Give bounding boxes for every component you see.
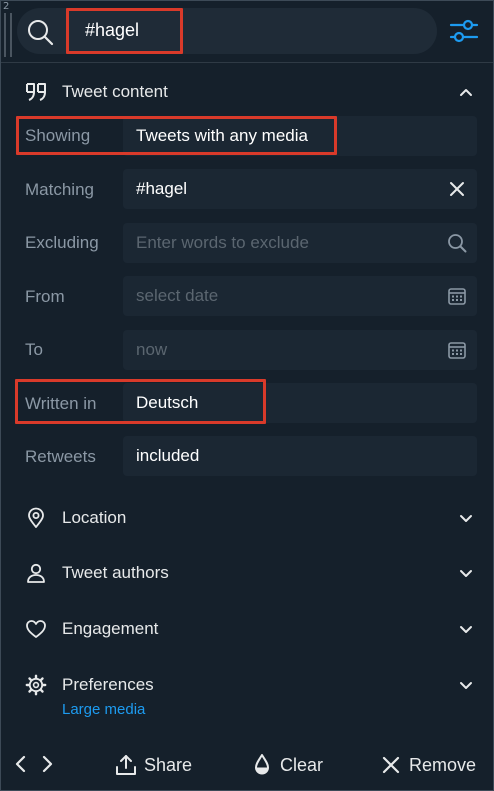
- excluding-field[interactable]: Enter words to exclude: [123, 223, 477, 263]
- heart-icon: [26, 620, 46, 638]
- retweets-select[interactable]: included: [123, 436, 477, 476]
- clear-button[interactable]: Clear: [250, 753, 326, 777]
- chevron-down-icon[interactable]: [459, 511, 473, 525]
- quote-icon: [26, 83, 46, 101]
- search-icon[interactable]: [447, 233, 467, 253]
- matching-value: #hagel: [136, 179, 188, 198]
- search-bar[interactable]: [17, 8, 437, 54]
- column-header: 2 #hagel: [1, 1, 493, 63]
- calendar-icon[interactable]: [447, 340, 467, 360]
- tweet-authors-section-header[interactable]: Tweet authors: [1, 553, 493, 593]
- search-icon: [28, 20, 54, 46]
- showing-label: Showing: [25, 126, 91, 145]
- showing-select[interactable]: Tweets with any media: [123, 116, 477, 156]
- remove-button[interactable]: Remove: [379, 753, 479, 777]
- preferences-large-media[interactable]: Large media: [62, 701, 145, 718]
- tweet-authors-title: Tweet authors: [62, 563, 169, 582]
- chevron-down-icon[interactable]: [459, 678, 473, 692]
- chevron-right-icon[interactable]: [39, 754, 55, 774]
- chevron-down-icon[interactable]: [459, 566, 473, 580]
- calendar-icon[interactable]: [447, 286, 467, 306]
- preferences-title: Preferences: [62, 675, 154, 694]
- written-in-label: Written in: [25, 394, 97, 413]
- chevron-left-icon[interactable]: [13, 754, 29, 774]
- language-value: Deutsch: [136, 393, 199, 412]
- column-footer: Share Clear Remove: [1, 739, 493, 791]
- gear-icon: [25, 674, 47, 696]
- language-select[interactable]: Deutsch: [123, 383, 477, 423]
- tweet-content-header[interactable]: Tweet content: [1, 72, 493, 112]
- chevron-up-icon[interactable]: [459, 85, 473, 99]
- excluding-label: Excluding: [25, 233, 99, 252]
- to-label: To: [25, 340, 43, 359]
- from-label: From: [25, 287, 65, 306]
- column-index: 2: [3, 1, 10, 12]
- location-pin-icon: [28, 507, 44, 528]
- excluding-placeholder: Enter words to exclude: [136, 233, 309, 252]
- close-icon: [382, 756, 400, 774]
- location-title: Location: [62, 508, 127, 527]
- showing-value: Tweets with any media: [136, 126, 308, 145]
- matching-field[interactable]: #hagel: [123, 169, 477, 209]
- share-button[interactable]: Share: [114, 753, 194, 777]
- remove-label: Remove: [409, 755, 477, 775]
- filter-settings-icon[interactable]: [447, 14, 481, 48]
- retweets-value: included: [136, 446, 200, 465]
- drag-handle[interactable]: [4, 13, 12, 57]
- to-date-field[interactable]: now: [123, 330, 477, 370]
- preferences-section-header[interactable]: Preferences: [1, 665, 493, 705]
- chevron-down-icon[interactable]: [459, 622, 473, 636]
- column-panel: 2 #hagel Tweet content Showing Tweets wi…: [0, 0, 494, 791]
- from-date-field[interactable]: select date: [123, 276, 477, 316]
- clear-label: Clear: [280, 755, 324, 775]
- engagement-title: Engagement: [62, 619, 159, 638]
- to-placeholder: now: [136, 340, 168, 359]
- close-icon[interactable]: [447, 179, 467, 199]
- location-section-header[interactable]: Location: [1, 498, 493, 538]
- share-label: Share: [144, 755, 193, 775]
- drop-icon: [255, 754, 269, 775]
- share-icon: [116, 755, 136, 775]
- from-placeholder: select date: [136, 286, 219, 305]
- tweet-content-title: Tweet content: [62, 82, 168, 101]
- retweets-label: Retweets: [25, 447, 96, 466]
- matching-label: Matching: [25, 180, 94, 199]
- search-query[interactable]: #hagel: [85, 20, 139, 41]
- engagement-section-header[interactable]: Engagement: [1, 609, 493, 649]
- user-icon: [27, 563, 45, 583]
